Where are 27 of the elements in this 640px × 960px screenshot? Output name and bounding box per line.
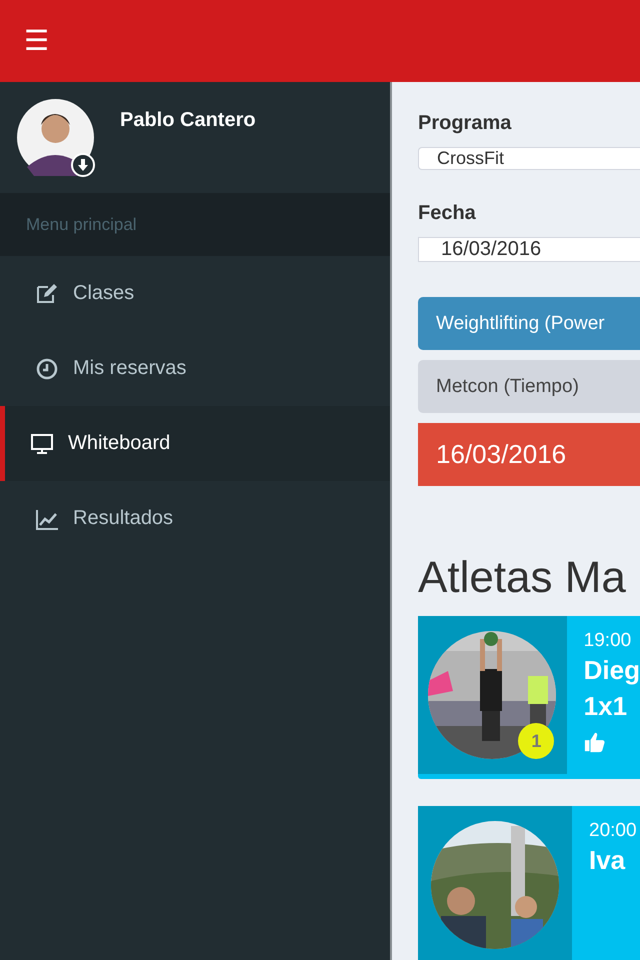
thumbs-up-icon[interactable] (584, 730, 606, 753)
athlete-name: Dieg (584, 654, 640, 687)
date-banner: 16/03/2016 (418, 423, 640, 486)
menu-item[interactable]: Clases (0, 256, 390, 331)
athlete-result: 1x1 (584, 690, 628, 724)
clock-icon (35, 356, 59, 380)
edit-icon (35, 282, 59, 306)
athlete-name: Iva (589, 844, 626, 877)
menu-item[interactable]: Mis reservas (0, 331, 390, 406)
menu-button[interactable]: ☰ (20, 27, 54, 55)
class-time: 19:00 (584, 630, 632, 652)
program-select[interactable]: CrossFit (418, 147, 640, 170)
monitor-icon (30, 432, 54, 456)
class-time: 20:00 (589, 820, 637, 842)
athlete-card[interactable]: 1 19:00 Dieg 1x1 (418, 616, 640, 779)
workout-button[interactable]: Weightlifting (Power (418, 297, 640, 350)
menu-item[interactable]: Whiteboard (0, 406, 390, 481)
rank-badge: 1 (518, 723, 554, 759)
field-label: Programa (418, 112, 512, 135)
menu-item[interactable]: Resultados (0, 481, 390, 556)
download-icon[interactable] (71, 153, 95, 177)
field-label: Fecha (418, 202, 477, 225)
workout-button[interactable]: Metcon (Tiempo) (418, 360, 640, 413)
section-title: Menu principal (26, 214, 137, 234)
section-heading: Atletas Ma (418, 556, 627, 600)
date-field[interactable]: 16/03/2016 (418, 237, 640, 262)
user-name: Pablo Cantero (120, 109, 256, 132)
